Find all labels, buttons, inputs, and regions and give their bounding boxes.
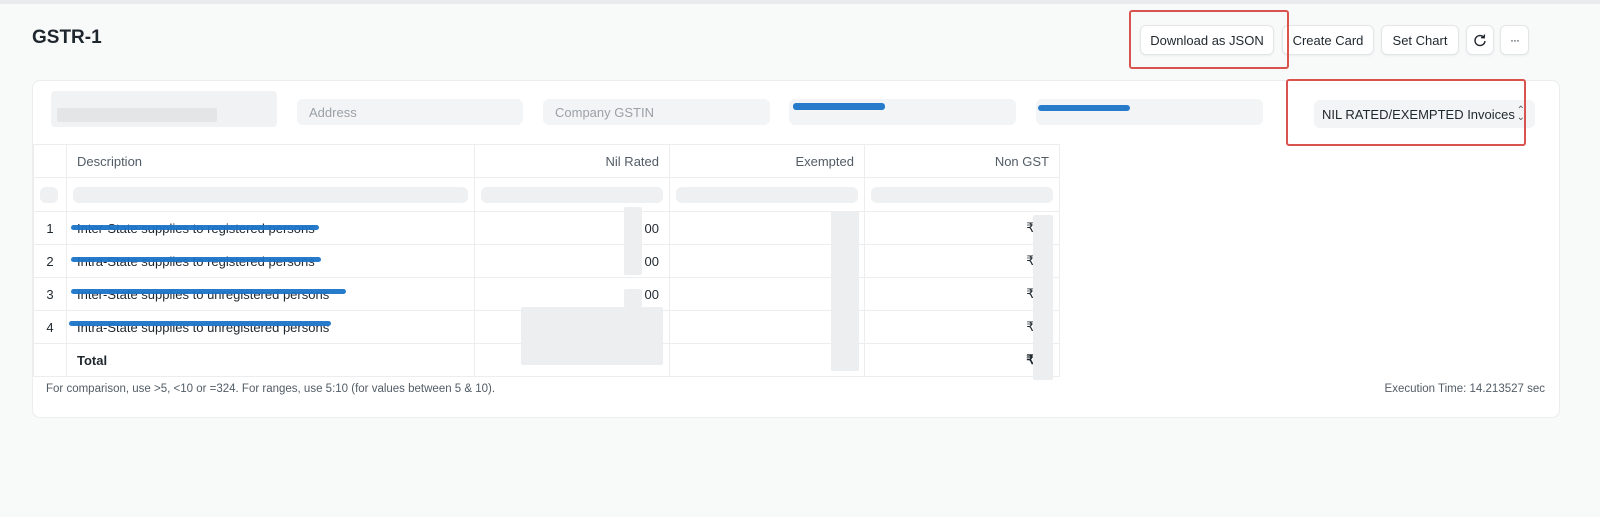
gstin-filter[interactable]: Company GSTIN [543,99,770,125]
page-title: GSTR-1 [32,27,102,48]
row-index: 3 [33,277,67,311]
report-card: Address Company GSTIN NIL RATED/EXEMPTED… [32,80,1560,418]
row-index: 4 [33,310,67,344]
exempted-filter-input[interactable] [676,186,858,203]
redacted-values [1033,215,1053,380]
ellipsis-icon: ··· [1510,33,1520,47]
address-placeholder: Address [309,104,357,120]
non-gst-filter-input[interactable] [871,186,1053,203]
redacted-values [831,211,859,371]
filter-hint: For comparison, use >5, <10 or =324. For… [46,383,496,395]
description-filter-input[interactable] [73,186,468,203]
nil-rated-header[interactable]: Nil Rated [474,144,670,178]
address-filter[interactable]: Address [297,99,523,125]
create-card-button[interactable]: Create Card [1282,25,1374,55]
refresh-icon [1474,34,1486,47]
redacted-values [624,207,642,275]
redacted-values [521,307,663,365]
redacted-company [57,108,217,122]
refresh-button[interactable] [1466,25,1494,55]
exempted-header[interactable]: Exempted [669,144,865,178]
description-header[interactable]: Description [66,144,475,178]
redacted-values [624,289,642,307]
row-index: 2 [33,244,67,278]
redaction-scribble [71,289,346,294]
redaction-scribble [793,103,885,110]
total-label: Total [66,343,475,377]
nil-rated-filter-input[interactable] [481,186,663,203]
row-non-gst: ₹ 0. [864,211,1060,245]
row-index: 1 [33,211,67,245]
non-gst-header[interactable]: Non GST [864,144,1060,178]
set-chart-button[interactable]: Set Chart [1381,25,1459,55]
row-description: Intra-State supplies to unregistered per… [66,310,475,344]
redaction-scribble [71,225,319,230]
execution-time: Execution Time: 14.213527 sec [1384,383,1545,395]
row-non-gst: ₹ 0. [864,277,1060,311]
row-non-gst: ₹ 0. [864,310,1060,344]
top-border [0,0,1600,4]
redaction-scribble [71,257,321,262]
to-date-filter[interactable] [1036,99,1263,125]
redaction-scribble [69,321,331,326]
invoice-type-value: NIL RATED/EXEMPTED Invoices [1322,106,1515,122]
redaction-scribble [1038,105,1130,111]
row-description: Inter-State supplies to unregistered per… [66,277,475,311]
invoice-type-select[interactable]: NIL RATED/EXEMPTED Invoices ⌃ ⌄ [1314,100,1535,128]
total-non-gst: ₹ 0. [864,343,1060,377]
row-non-gst: ₹ 0. [864,244,1060,278]
row-filter-placeholder [40,186,58,203]
column-filter-row [33,177,1060,212]
index-header [33,144,67,178]
table-row[interactable]: 3 Inter-State supplies to unregistered p… [33,277,1060,311]
gstin-placeholder: Company GSTIN [555,104,654,120]
download-json-button[interactable]: Download as JSON [1140,25,1274,55]
select-chevron-icon: ⌃ ⌄ [1516,105,1525,123]
more-actions-button[interactable]: ··· [1500,25,1529,55]
